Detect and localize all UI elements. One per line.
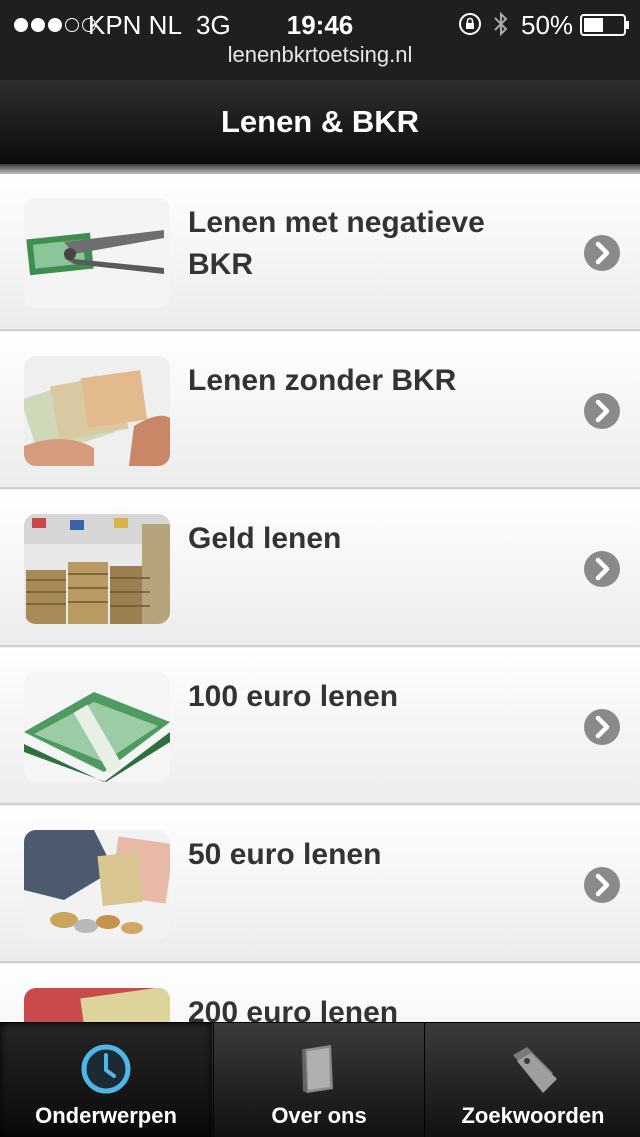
status-bar: KPN NL 3G 19:46 50% lenenbkrtoetsing.nl <box>0 0 640 80</box>
coin-stacks-image <box>24 514 170 624</box>
item-label: Lenen met negatieve BKR <box>188 206 485 281</box>
navigation-bar: Lenen & BKR <box>0 80 640 165</box>
list-item[interactable]: 50 euro lenen <box>0 806 640 963</box>
topic-list: Lenen met negatieve BKR Lenen zonder BKR <box>0 174 640 1022</box>
navbar-shadow <box>0 164 640 174</box>
tab-label: Onderwerpen <box>35 1103 177 1128</box>
item-label: 200 euro lenen <box>188 996 399 1022</box>
tags-icon <box>513 1047 557 1093</box>
battery-icon <box>580 14 629 36</box>
list-item[interactable]: Geld lenen <box>0 490 640 647</box>
chevron-right-icon[interactable] <box>583 550 621 588</box>
red-wallet-banknote-image <box>24 988 170 1022</box>
tab-bar: Onderwerpen Over ons Zoekwoorden <box>0 1022 640 1137</box>
green-banknote-stack-image <box>24 672 170 782</box>
list-item[interactable]: 100 euro lenen <box>0 648 640 805</box>
page-title: Lenen & BKR <box>220 104 420 139</box>
chevron-right-icon[interactable] <box>583 708 621 746</box>
list-item[interactable]: 200 euro lenen <box>0 964 640 1022</box>
tab-label: Over ons <box>271 1103 367 1128</box>
battery-percentage: 50% <box>521 10 574 40</box>
chevron-right-icon[interactable] <box>583 234 621 272</box>
clock-icon <box>81 1044 131 1094</box>
wallet-coins-banknotes-image <box>24 830 170 940</box>
rotation-lock-icon <box>459 13 481 35</box>
page-url[interactable]: lenenbkrtoetsing.nl <box>0 42 640 68</box>
item-label: 100 euro lenen <box>188 680 399 713</box>
chevron-right-icon[interactable] <box>583 392 621 430</box>
book-icon <box>302 1045 333 1093</box>
list-item[interactable]: Lenen zonder BKR <box>0 332 640 489</box>
chevron-right-icon[interactable] <box>583 866 621 904</box>
money-scissors-image <box>24 198 170 308</box>
tab-over-ons[interactable]: Over ons <box>213 1023 425 1137</box>
tab-label: Zoekwoorden <box>461 1103 605 1128</box>
euro-banknotes-hand-image <box>24 356 170 466</box>
bluetooth-icon <box>494 11 508 37</box>
tab-zoekwoorden[interactable]: Zoekwoorden <box>426 1023 640 1137</box>
item-label: 50 euro lenen <box>188 838 382 871</box>
item-label: Geld lenen <box>188 522 342 555</box>
list-item[interactable]: Lenen met negatieve BKR <box>0 174 640 331</box>
item-label: Lenen zonder BKR <box>188 364 457 397</box>
tab-onderwerpen[interactable]: Onderwerpen <box>0 1023 212 1137</box>
